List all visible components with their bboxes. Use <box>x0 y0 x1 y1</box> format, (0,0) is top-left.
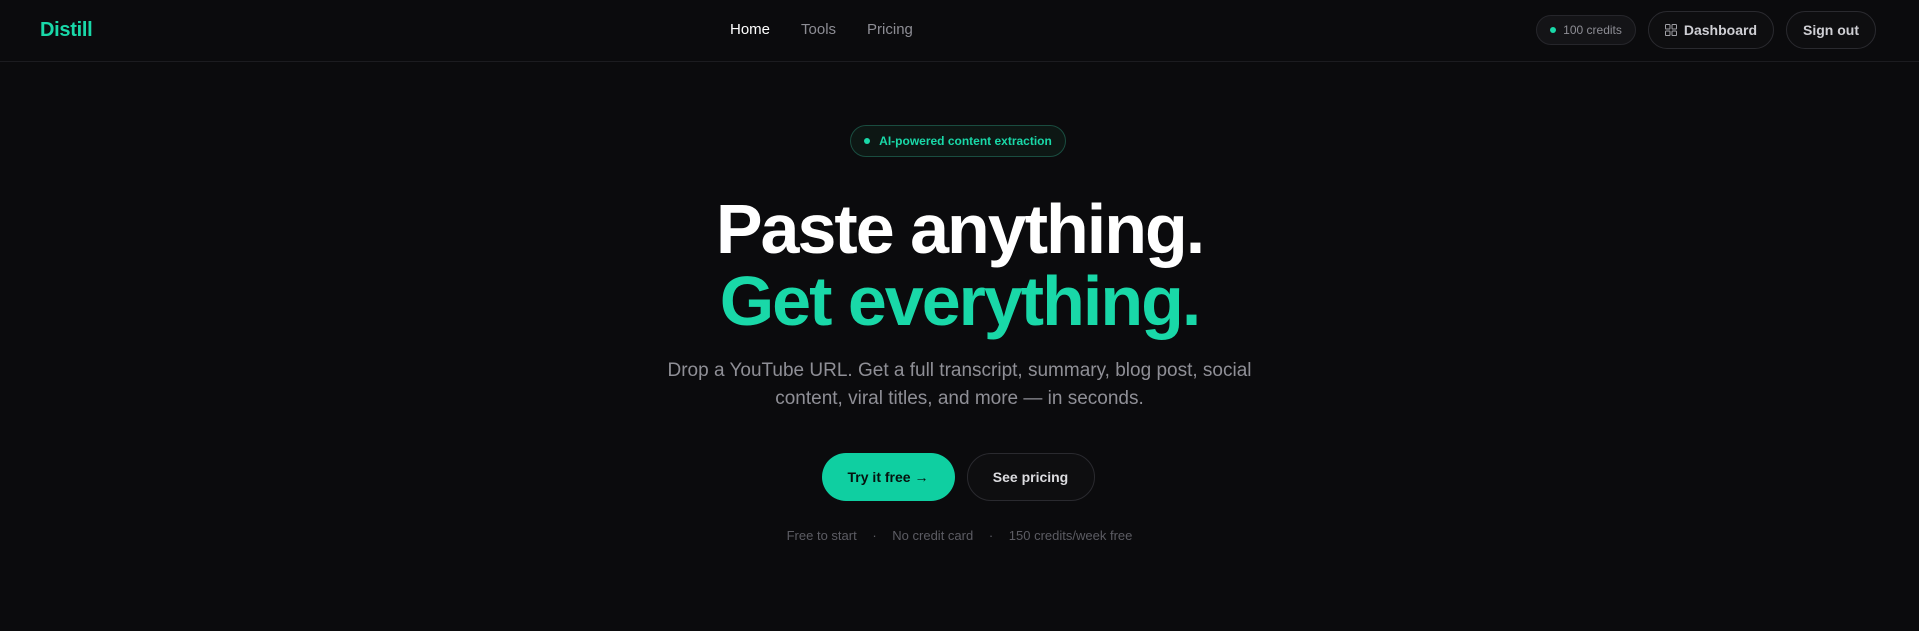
nav-tools[interactable]: Tools <box>801 21 836 38</box>
main-nav: Home Tools Pricing <box>730 21 913 38</box>
header-actions: 100 credits Dashboard Sign out <box>1536 11 1876 49</box>
footnote-no-card: No credit card <box>892 528 974 543</box>
status-dot-icon <box>1550 27 1557 33</box>
top-header: Distill Home Tools Pricing 100 credits D… <box>0 0 1919 62</box>
separator-dot: · <box>988 528 994 543</box>
separator-dot: · <box>872 528 877 543</box>
footnote-credits: 150 credits/week free <box>1008 528 1133 543</box>
dashboard-label: Dashboard <box>1683 22 1757 38</box>
badge-label: AI-powered content extraction <box>879 134 1052 148</box>
credits-badge: 100 credits <box>1536 15 1636 45</box>
headline-line-1: Paste anything. <box>715 190 1205 268</box>
sign-out-button[interactable]: Sign out <box>1786 11 1876 49</box>
dashboard-button[interactable]: Dashboard <box>1647 11 1774 49</box>
badge-dot-icon <box>864 138 871 144</box>
cta-row: Try it free → See pricing <box>0 453 1919 501</box>
hero-subtext: Drop a YouTube URL. Get a full transcrip… <box>667 360 1252 409</box>
logo[interactable]: Distill <box>40 19 93 42</box>
landing-page: Distill Home Tools Pricing 100 credits D… <box>0 0 1919 631</box>
see-pricing-button[interactable]: See pricing <box>966 453 1095 501</box>
credits-count: 100 credits <box>1563 23 1622 37</box>
nav-pricing[interactable]: Pricing <box>867 21 913 38</box>
feature-badge: AI-powered content extraction <box>850 125 1066 157</box>
grid-icon <box>1664 24 1677 36</box>
footnote-free: Free to start <box>786 528 857 543</box>
hero-footnote: Free to start · No credit card · 150 cre… <box>0 528 1919 543</box>
nav-home[interactable]: Home <box>730 21 770 38</box>
try-free-button[interactable]: Try it free → <box>821 453 955 501</box>
headline-line-2: Get everything. <box>719 262 1202 340</box>
